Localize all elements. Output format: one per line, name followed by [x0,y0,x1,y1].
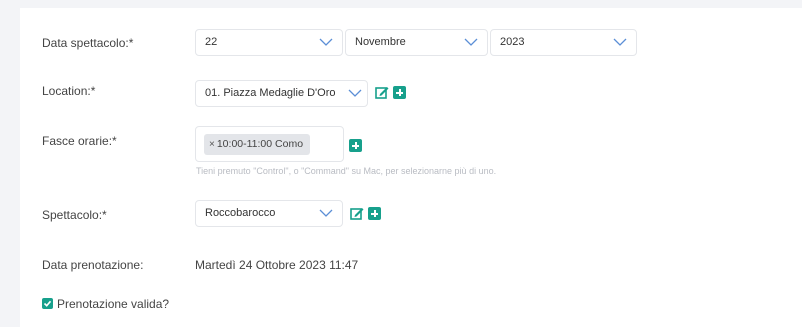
tag-remove-icon[interactable]: × [209,139,215,150]
add-fascia-button[interactable] [349,139,362,152]
selected-tag: × 10:00-11:00 Como [204,134,311,155]
edit-icon[interactable] [350,206,364,220]
prenotazione-valida-label[interactable]: Prenotazione valida? [57,297,169,311]
day-value: 22 [205,36,218,48]
check-icon [43,300,52,307]
prenotazione-valida-checkbox[interactable] [42,298,53,309]
day-select[interactable]: 22 [195,29,343,56]
data-prenotazione-value: Martedì 24 Ottobre 2023 11:47 [195,258,359,272]
chevron-down-icon [348,89,362,97]
data-prenotazione-label: Data prenotazione: [42,258,144,272]
help-text: Tieni premuto "Control", o "Command" su … [196,166,497,176]
spettacolo-select[interactable]: Roccobarocco [195,200,343,227]
add-location-button[interactable] [393,86,406,99]
location-select[interactable]: 01. Piazza Medaglie D'Oro [195,80,368,107]
add-spettacolo-button[interactable] [368,207,381,220]
fasce-orarie-multiselect[interactable]: × 10:00-11:00 Como [195,126,344,162]
location-label: Location:* [42,84,96,98]
month-select[interactable]: Novembre [345,29,488,56]
tag-label: 10:00-11:00 Como [216,138,304,150]
chevron-down-icon [613,38,627,46]
chevron-down-icon [319,209,333,217]
data-spettacolo-label: Data spettacolo:* [42,36,134,50]
month-value: Novembre [355,36,406,48]
edit-icon[interactable] [375,85,389,99]
spettacolo-label: Spettacolo:* [42,208,107,222]
year-value: 2023 [500,36,525,48]
year-select[interactable]: 2023 [490,29,637,56]
fasce-orarie-label: Fasce orarie:* [42,134,117,148]
chevron-down-icon [464,38,478,46]
spettacolo-value: Roccobarocco [205,207,276,219]
chevron-down-icon [319,38,333,46]
location-value: 01. Piazza Medaglie D'Oro [205,87,336,99]
